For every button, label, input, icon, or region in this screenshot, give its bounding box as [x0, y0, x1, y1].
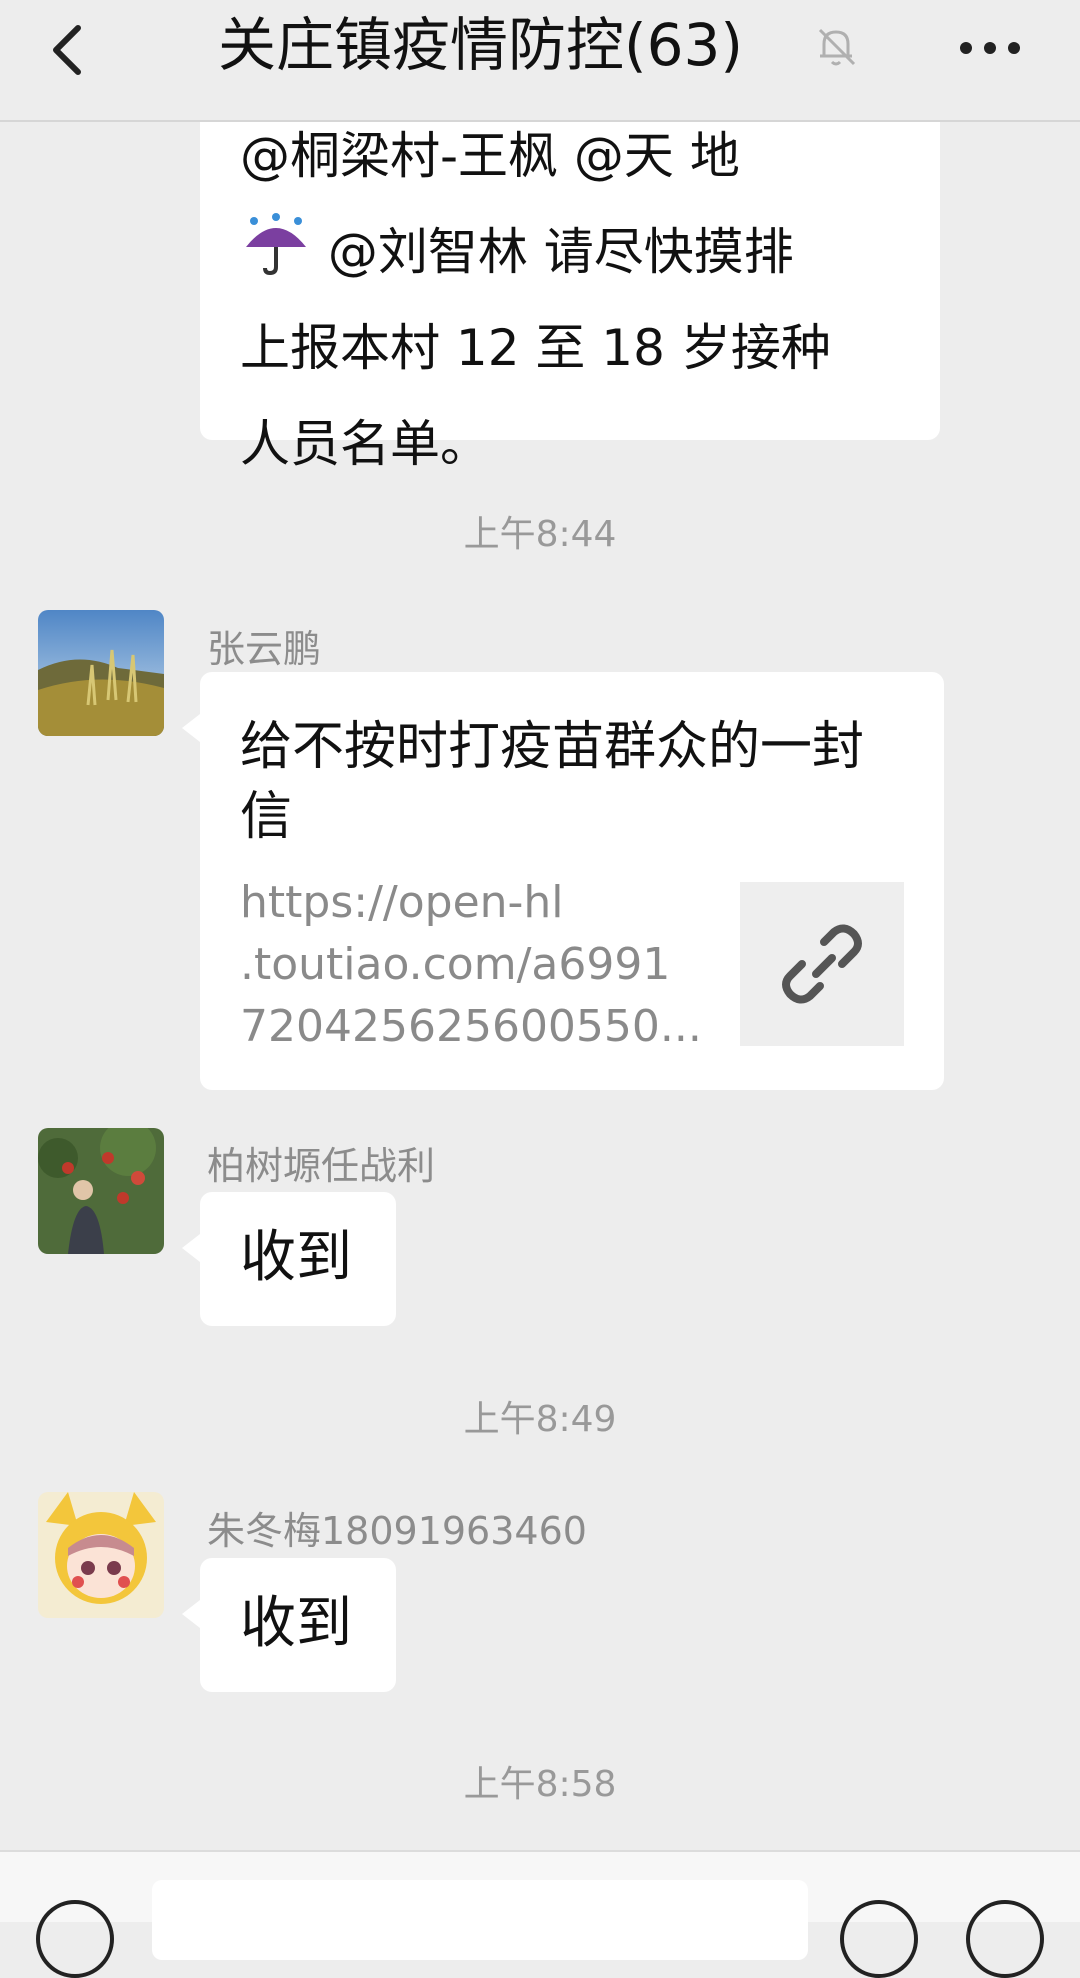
voice-button[interactable]: [36, 1900, 114, 1978]
message-text: @桐梁村-王枫 @天 地 @刘智林 请尽快摸排 上报本村 12 至 18 岁接种…: [240, 108, 920, 492]
link-card[interactable]: 给不按时打疫苗群众的一封信 https://open-hl .toutiao.c…: [182, 672, 944, 1090]
chevron-left-icon: [53, 25, 81, 75]
link-url: https://open-hl .toutiao.com/a6991 72042…: [240, 872, 710, 1058]
link-url-line: https://open-hl: [240, 877, 564, 928]
umbrella-rain-icon: [246, 213, 306, 276]
more-dots-icon: [960, 42, 1020, 54]
avatar[interactable]: [38, 1128, 164, 1254]
chat-title: 关庄镇疫情防控(63): [218, 11, 744, 79]
timestamp: 上午8:58: [463, 1764, 617, 1805]
link-icon: [782, 924, 862, 1004]
message-line: 人员名单。: [240, 415, 490, 473]
bubble-tail: [182, 714, 200, 742]
sender-name: 张云鹏: [207, 627, 322, 671]
emoji-button[interactable]: [840, 1900, 918, 1978]
more-button[interactable]: [950, 20, 1030, 80]
message-line-text: @刘智林 请尽快摸排: [312, 223, 794, 281]
message-bubble[interactable]: 收到: [182, 1558, 396, 1692]
avatar[interactable]: [38, 1492, 164, 1618]
message-list: @桐梁村-王枫 @天 地 @刘智林 请尽快摸排 上报本村 12 至 18 岁接种…: [0, 0, 1080, 1850]
avatar-landscape-image: [38, 610, 164, 736]
sender-name: 柏树塬任战利: [207, 1144, 436, 1188]
back-button[interactable]: [30, 10, 110, 90]
message-text: 收到: [240, 1591, 352, 1656]
avatar[interactable]: [38, 610, 164, 736]
bell-off-icon: [818, 28, 856, 66]
avatar-anime-image: [38, 1492, 164, 1618]
link-thumbnail: [740, 882, 904, 1046]
timestamp: 上午8:49: [463, 1399, 617, 1440]
message-line: 上报本村 12 至 18 岁接种: [240, 319, 831, 377]
chat-header: 关庄镇疫情防控(63): [0, 0, 1080, 122]
sender-name: 朱冬梅18091963460: [207, 1509, 587, 1553]
message-line: @桐梁村-王枫 @天 地: [240, 127, 740, 185]
link-title: 给不按时打疫苗群众的一封信: [240, 717, 865, 847]
message-bubble[interactable]: 收到: [182, 1192, 396, 1326]
plus-button[interactable]: [966, 1900, 1044, 1978]
message-line: @刘智林 请尽快摸排: [240, 204, 920, 300]
bubble-tail: [182, 1600, 200, 1628]
avatar-orchard-image: [38, 1128, 164, 1254]
link-url-line: .toutiao.com/a6991: [240, 939, 671, 990]
bubble-tail: [182, 1234, 200, 1262]
message-text: 收到: [240, 1225, 352, 1290]
mute-indicator: [810, 20, 862, 72]
link-url-line: 720425625600550...: [240, 1001, 702, 1052]
timestamp: 上午8:44: [463, 514, 617, 555]
input-bar: [0, 1850, 1080, 1978]
message-input[interactable]: [152, 1880, 808, 1960]
